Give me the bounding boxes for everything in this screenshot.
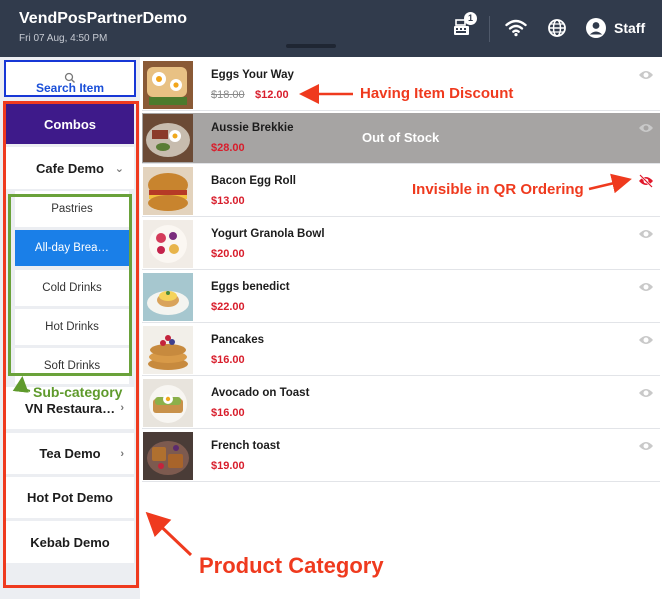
category-annotation: Product Category — [199, 553, 384, 578]
subcategory-annotation: Sub-category — [33, 384, 123, 400]
subcategory-arrow — [12, 376, 31, 393]
invisible-annotation: Invisible in QR Ordering — [412, 181, 584, 198]
category-arrow — [145, 511, 193, 557]
annotation-arrows — [12, 84, 632, 557]
invisible-arrow — [588, 173, 632, 194]
discount-annotation: Having Item Discount — [360, 85, 514, 102]
